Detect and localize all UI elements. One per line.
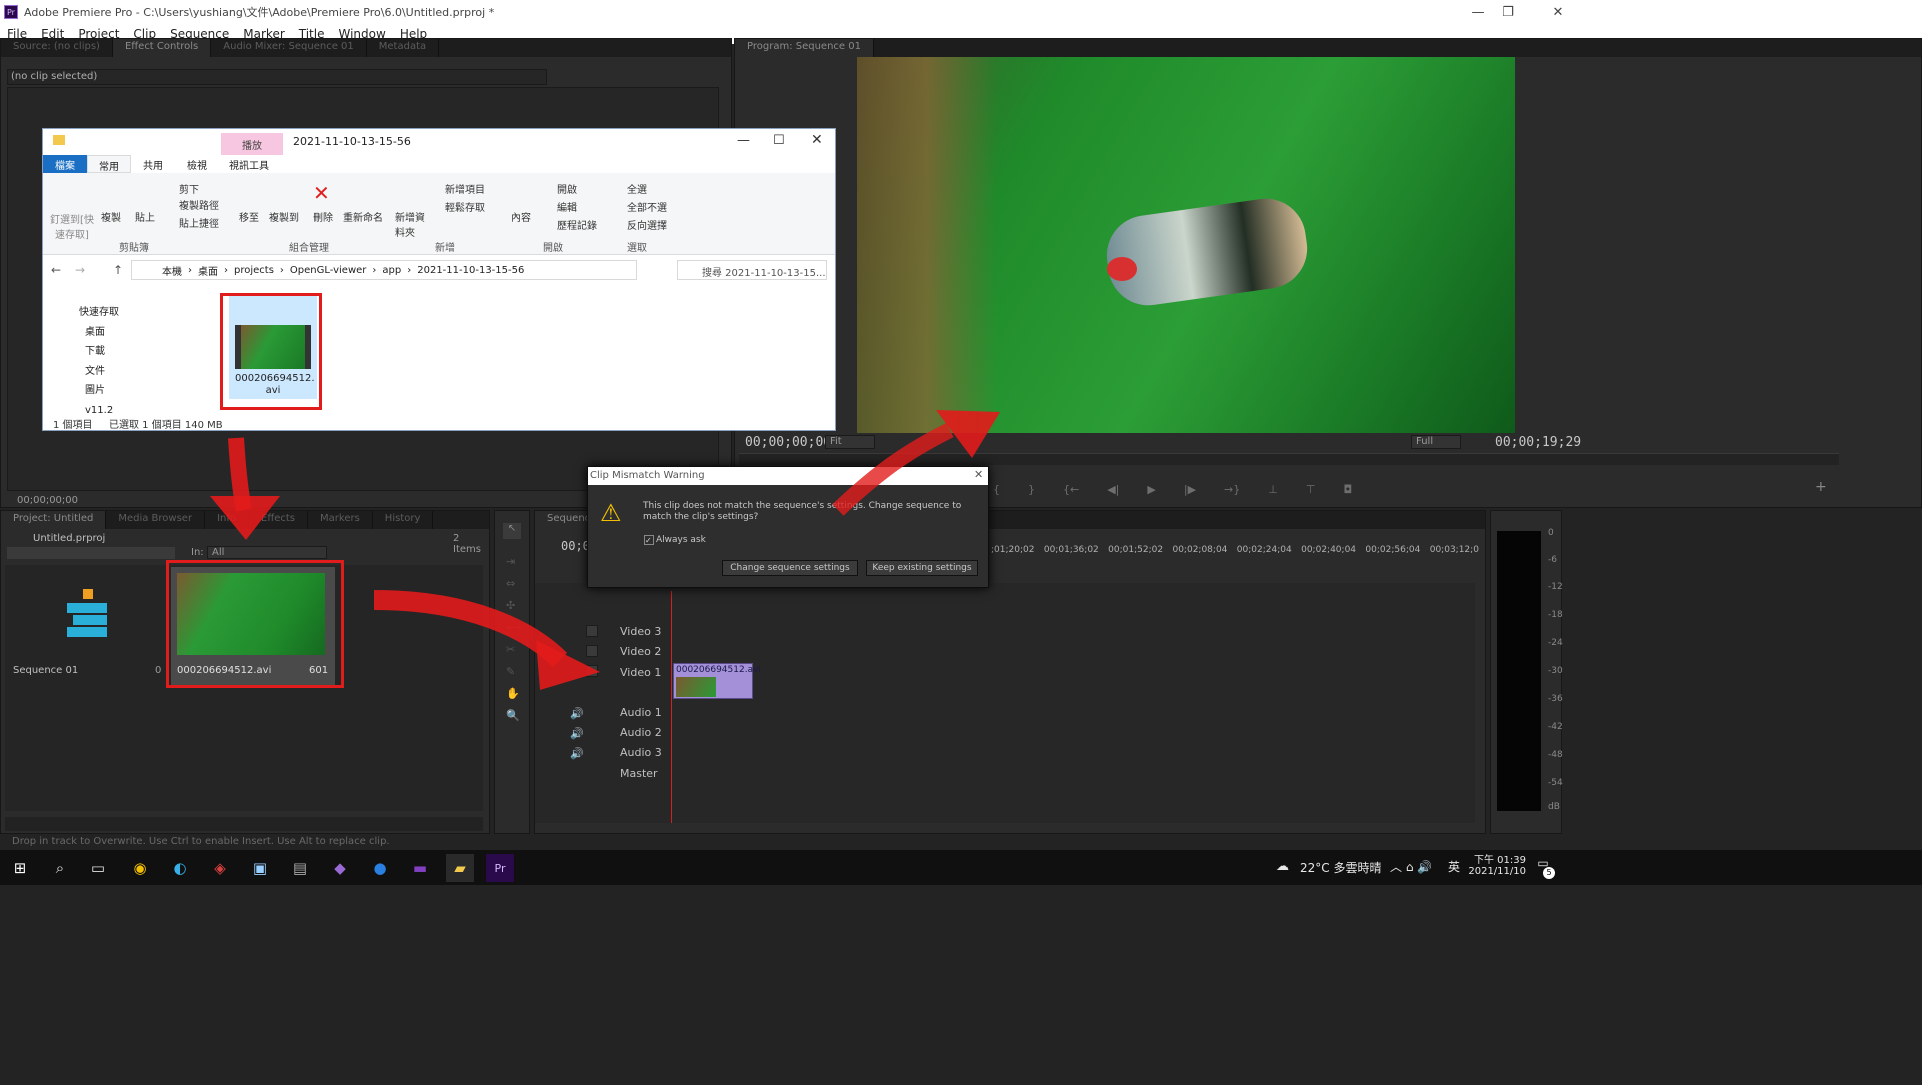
- terminal-icon[interactable]: ▤: [286, 854, 314, 882]
- premiere-taskbar-icon[interactable]: Pr: [486, 854, 514, 882]
- ime-indicator[interactable]: 英: [1448, 858, 1460, 875]
- task-view-icon[interactable]: ▭: [84, 854, 112, 882]
- tray-icons[interactable]: ︿ ⌂ 🔊: [1390, 858, 1432, 875]
- maps-icon[interactable]: ●: [366, 854, 394, 882]
- weather-text[interactable]: 22°C 多雲時晴: [1300, 859, 1381, 876]
- search-icon[interactable]: ⌕: [46, 854, 74, 882]
- weather-icon: ☁: [1276, 859, 1289, 874]
- chrome-icon[interactable]: ◉: [126, 854, 154, 882]
- edge-icon[interactable]: ◐: [166, 854, 194, 882]
- clock-time[interactable]: 下午 01:39: [1466, 851, 1526, 866]
- clock-date[interactable]: 2021/11/10: [1466, 866, 1526, 877]
- file-explorer-taskbar-icon[interactable]: ▰: [446, 854, 474, 882]
- app-icon[interactable]: ◈: [206, 854, 234, 882]
- windows-start-icon[interactable]: ⊞: [6, 854, 34, 882]
- visual-studio-icon[interactable]: ◆: [326, 854, 354, 882]
- annotation-arrows: [210, 410, 1000, 690]
- notification-badge: 5: [1543, 867, 1555, 879]
- media-encoder-icon[interactable]: ▬: [406, 854, 434, 882]
- snipping-icon[interactable]: ▣: [246, 854, 274, 882]
